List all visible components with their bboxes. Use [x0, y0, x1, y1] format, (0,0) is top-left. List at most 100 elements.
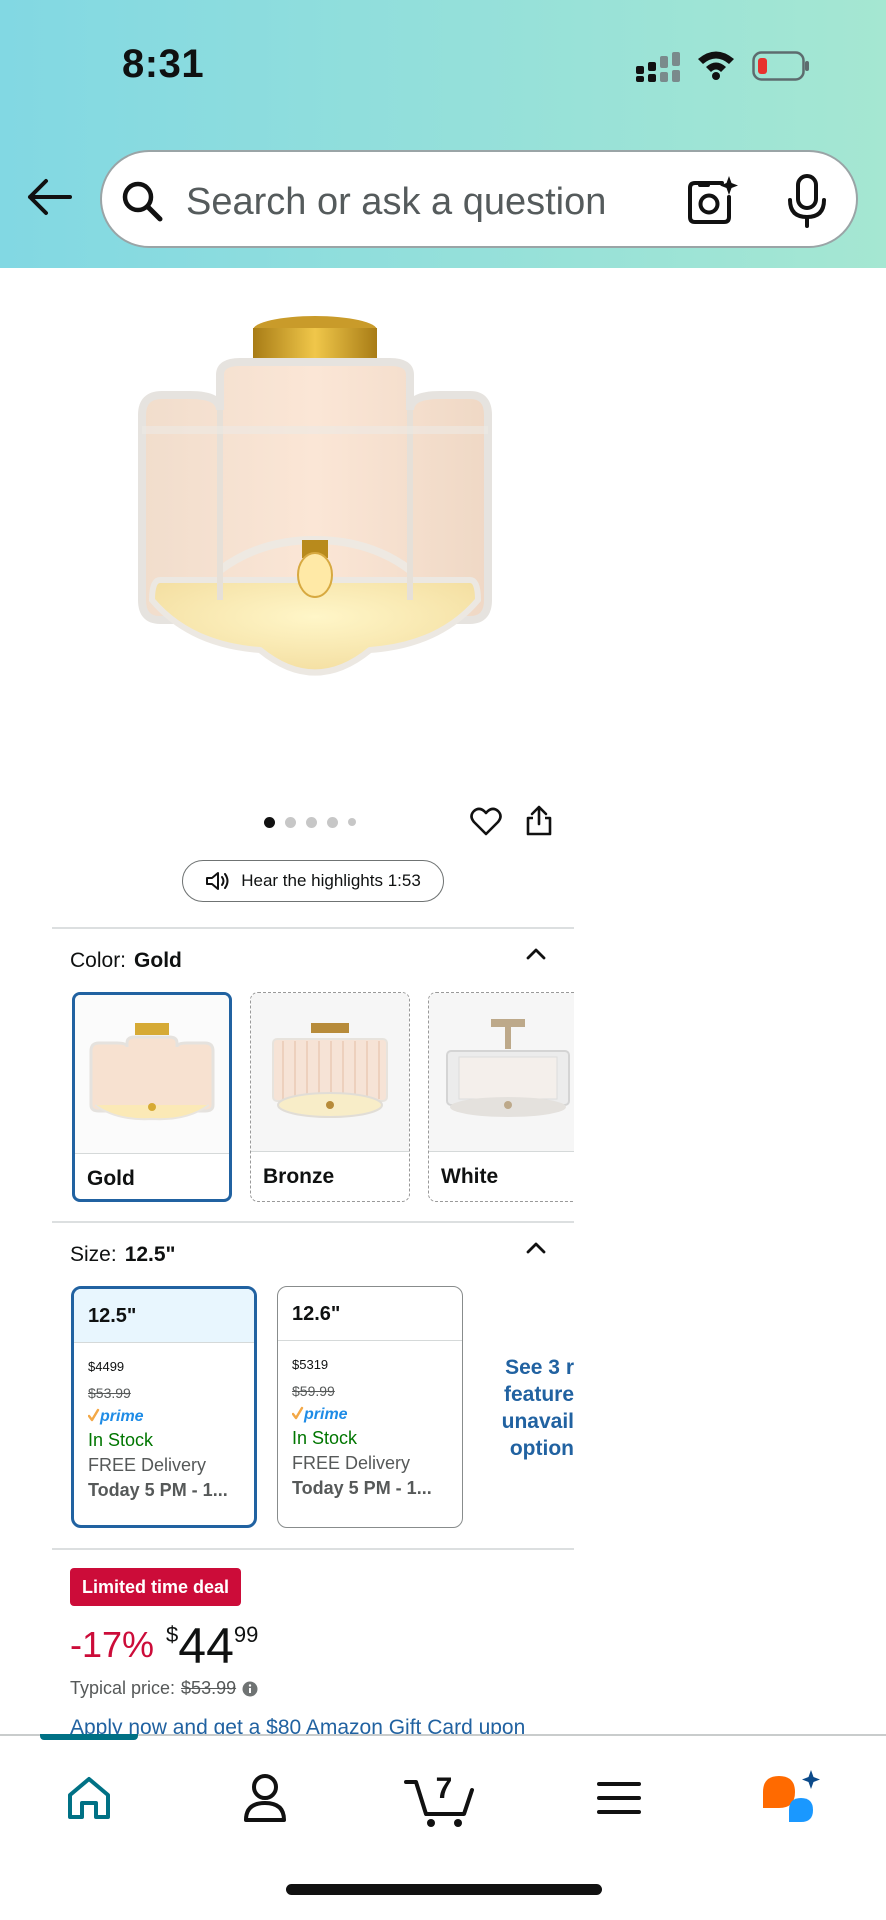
header: 8:31 Search or ask a question — [0, 0, 886, 268]
gallery-dot[interactable] — [264, 816, 275, 828]
delivery-label: FREE Delivery — [88, 1455, 207, 1475]
product-image[interactable] — [70, 300, 560, 700]
home-icon — [68, 1777, 110, 1819]
stock-status: In Stock — [292, 1428, 358, 1448]
see-more-line: See 3 r — [505, 1356, 574, 1379]
search-bar[interactable]: Search or ask a question — [100, 150, 858, 248]
size-option-price: $4499 — [88, 1355, 254, 1381]
typical-price: $59.99 — [292, 1383, 335, 1399]
delivery-label: FREE Delivery — [292, 1453, 411, 1473]
heart-icon[interactable] — [470, 806, 502, 836]
prime-check-icon: prime — [88, 1408, 144, 1425]
hear-highlights-label: Hear the highlights 1:53 — [241, 871, 421, 890]
nav-account[interactable] — [230, 1766, 300, 1830]
nav-home[interactable] — [54, 1766, 124, 1830]
size-section-label: Size: 12.5" — [70, 1243, 176, 1267]
prime-check-icon: prime — [292, 1406, 348, 1423]
gallery-dots[interactable] — [264, 815, 356, 829]
menu-icon — [597, 1782, 641, 1814]
see-more-line: unavail — [501, 1410, 574, 1433]
account-icon — [244, 1774, 286, 1822]
color-label: Color: — [70, 949, 127, 972]
delivery-date: Today 5 PM - 1... — [88, 1480, 228, 1500]
size-selected-value: 12.5" — [124, 1243, 176, 1266]
hear-highlights-button[interactable]: Hear the highlights 1:53 — [182, 860, 444, 902]
rufus-icon — [763, 1770, 820, 1822]
size-option-price: $5319 — [292, 1353, 462, 1379]
active-tab-indicator — [40, 1734, 138, 1740]
cellular-signal-icon — [636, 52, 680, 82]
typical-price-value: $53.99 — [181, 1678, 237, 1698]
size-option-label: 12.6" — [278, 1287, 462, 1341]
price-whole: 44 — [178, 1618, 234, 1674]
bottom-navigation: 7 — [0, 1734, 886, 1920]
swatch-image — [429, 993, 574, 1151]
color-swatch-white[interactable]: White — [428, 992, 574, 1202]
stock-status: In Stock — [88, 1430, 154, 1450]
search-input[interactable]: Search or ask a question — [186, 181, 606, 224]
chevron-up-icon[interactable] — [525, 946, 547, 960]
see-more-line: feature — [503, 1383, 574, 1406]
chevron-up-icon[interactable] — [525, 1240, 547, 1254]
divider — [52, 1548, 574, 1550]
see-more-line: option — [509, 1437, 574, 1460]
gallery-dot[interactable] — [348, 818, 356, 826]
price-whole: $44 — [88, 1359, 110, 1374]
wifi-icon — [698, 51, 734, 80]
swatch-label: Gold — [87, 1167, 135, 1190]
color-selected-value: Gold — [134, 949, 182, 972]
swatch-label: White — [441, 1165, 499, 1188]
typical-price-label: Typical price: — [70, 1678, 176, 1698]
divider — [52, 927, 574, 929]
microphone-icon[interactable] — [786, 174, 828, 228]
prime-badge: prime — [88, 1405, 254, 1427]
speaker-icon — [206, 872, 229, 890]
color-swatches: Gold Bronze White — [70, 992, 574, 1202]
nav-cart[interactable]: 7 — [404, 1766, 476, 1830]
home-indicator — [286, 1884, 602, 1895]
size-option-card[interactable]: 12.5" $4499 $53.99 prime In Stock FREE D… — [71, 1286, 257, 1528]
price-fraction: 99 — [109, 1359, 125, 1374]
swatch-image — [75, 995, 229, 1153]
divider — [52, 1221, 574, 1223]
search-icon — [122, 181, 163, 222]
back-arrow-icon[interactable] — [24, 172, 74, 222]
share-icon[interactable] — [524, 804, 554, 836]
size-label: Size: — [70, 1243, 117, 1266]
lamp-gold-thumbnail — [89, 1023, 215, 1121]
price-currency: $ — [166, 1622, 179, 1647]
status-time: 8:31 — [122, 42, 205, 86]
color-swatch-gold[interactable]: Gold — [72, 992, 232, 1202]
nav-rufus[interactable] — [756, 1766, 826, 1830]
typical-price-row: Typical price: $53.99 — [70, 1678, 258, 1699]
gallery-dot[interactable] — [285, 816, 296, 828]
prime-text: prime — [303, 1406, 348, 1423]
color-swatch-bronze[interactable]: Bronze — [250, 992, 410, 1202]
cart-count: 7 — [436, 1772, 453, 1805]
discount-percent: -17% — [70, 1624, 155, 1665]
price-fraction: 99 — [233, 1622, 259, 1647]
cart-icon: 7 — [404, 1772, 474, 1827]
see-unavailable-options-link[interactable]: See 3 r feature unavail option — [490, 1354, 574, 1462]
nav-menu[interactable] — [584, 1766, 654, 1830]
size-option-label: 12.5" — [74, 1289, 254, 1343]
swatch-label: Bronze — [263, 1165, 335, 1188]
color-section-label: Color: Gold — [70, 949, 182, 973]
info-icon[interactable] — [242, 1681, 258, 1697]
deal-price-row: -17% $ 44 99 — [70, 1620, 258, 1672]
prime-text: prime — [99, 1408, 144, 1425]
delivery-date: Today 5 PM - 1... — [292, 1478, 432, 1498]
camera-lens-icon[interactable] — [686, 175, 738, 225]
gallery-dot[interactable] — [306, 816, 317, 828]
price-fraction: 19 — [313, 1357, 329, 1372]
prime-badge: prime — [292, 1403, 462, 1425]
lamp-white-thumbnail — [446, 1019, 570, 1117]
swatch-image — [251, 993, 409, 1151]
typical-price: $53.99 — [88, 1385, 131, 1401]
price-whole: $53 — [292, 1357, 314, 1372]
battery-icon — [752, 51, 809, 81]
gallery-dot[interactable] — [327, 816, 338, 828]
size-option-card[interactable]: 12.6" $5319 $59.99 prime In Stock FREE D… — [277, 1286, 463, 1528]
lamp-bronze-thumbnail — [272, 1023, 388, 1118]
limited-deal-badge: Limited time deal — [70, 1568, 242, 1606]
